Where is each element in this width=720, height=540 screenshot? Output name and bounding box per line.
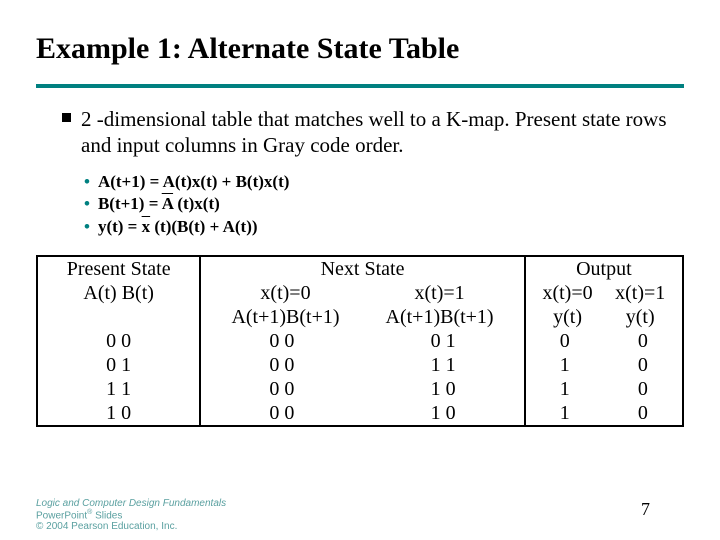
eq3-overline: x [142, 217, 151, 236]
hdr-ns-x1: x(t)=1 [363, 281, 517, 305]
footer-line2: PowerPoint® Slides [36, 509, 226, 521]
table-row: 1 1 0 0 1 0 1 0 [37, 377, 683, 401]
eq2-post: (t)x(t) [173, 194, 220, 213]
square-bullet-icon [62, 113, 71, 122]
cell-y0: 1 [525, 401, 604, 426]
cell-y1: 0 [604, 353, 683, 377]
footer-line1: Logic and Computer Design Fundamentals [36, 498, 226, 509]
cell-y1: 0 [604, 329, 683, 353]
dot-icon: • [84, 193, 90, 216]
equation-1: • A(t+1) = A(t)x(t) + B(t)x(t) [84, 171, 684, 194]
cell-ps: 0 1 [37, 353, 200, 377]
footer-l2a: PowerPoint [36, 510, 87, 521]
cell-ns1: 1 1 [363, 353, 525, 377]
table-row: 0 0 0 0 0 1 0 0 [37, 329, 683, 353]
cell-y0: 0 [525, 329, 604, 353]
dot-icon: • [84, 216, 90, 239]
cell-ps: 1 1 [37, 377, 200, 401]
hdr-present-state-sub: A(t) B(t) [83, 282, 154, 304]
equation-2: • B(t+1) = A (t)x(t) [84, 193, 684, 216]
footer-line3: © 2004 Pearson Education, Inc. [36, 521, 226, 532]
hdr-present-state: Present State A(t) B(t) [37, 256, 200, 329]
cell-ps: 0 0 [37, 329, 200, 353]
cell-ns1: 1 0 [363, 401, 525, 426]
footer-l2b: Slides [92, 510, 122, 521]
cell-ns1: 1 0 [363, 377, 525, 401]
table-header-row-1: Present State A(t) B(t) Next State x(t)=… [37, 256, 683, 329]
dot-icon: • [84, 171, 90, 194]
hdr-out-x1: x(t)=1 [604, 281, 677, 305]
hdr-next-state: Next State x(t)=0x(t)=1 A(t+1)B(t+1)A(t+… [200, 256, 524, 329]
table-row: 0 1 0 0 1 1 1 0 [37, 353, 683, 377]
hdr-out-sub1: y(t) [604, 305, 677, 329]
title-rule [36, 84, 684, 88]
cell-ps: 1 0 [37, 401, 200, 426]
footer-credits: Logic and Computer Design Fundamentals P… [36, 498, 226, 532]
eq2-text: B(t+1) = A (t)x(t) [98, 193, 220, 216]
cell-ns0: 0 0 [200, 401, 362, 426]
eq2-pre: B(t+1) = [98, 194, 162, 213]
hdr-ns-x0: x(t)=0 [208, 281, 362, 305]
state-table: Present State A(t) B(t) Next State x(t)=… [36, 255, 684, 427]
hdr-output: Output x(t)=0x(t)=1 y(t)y(t) [525, 256, 683, 329]
hdr-out-x0: x(t)=0 [531, 281, 604, 305]
eq3-pre: y(t) = [98, 217, 142, 236]
cell-y1: 0 [604, 401, 683, 426]
hdr-next-state-label: Next State [321, 258, 405, 280]
eq3-text: y(t) = x (t)(B(t) + A(t)) [98, 216, 258, 239]
lead-text: 2 -dimensional table that matches well t… [81, 106, 684, 159]
cell-ns0: 0 0 [200, 353, 362, 377]
table-row: 1 0 0 0 1 0 1 0 [37, 401, 683, 426]
eq1-text: A(t+1) = A(t)x(t) + B(t)x(t) [98, 171, 289, 194]
cell-ns0: 0 0 [200, 377, 362, 401]
cell-y0: 1 [525, 353, 604, 377]
hdr-output-label: Output [576, 258, 632, 280]
cell-y0: 1 [525, 377, 604, 401]
hdr-ns-sub1: A(t+1)B(t+1) [363, 305, 517, 329]
cell-y1: 0 [604, 377, 683, 401]
hdr-out-sub0: y(t) [531, 305, 604, 329]
equation-3: • y(t) = x (t)(B(t) + A(t)) [84, 216, 684, 239]
slide-title: Example 1: Alternate State Table [36, 32, 684, 66]
hdr-ns-sub0: A(t+1)B(t+1) [208, 305, 362, 329]
page-number: 7 [641, 499, 650, 520]
lead-bullet: 2 -dimensional table that matches well t… [62, 106, 684, 159]
eq2-overline: A [162, 194, 173, 213]
cell-ns0: 0 0 [200, 329, 362, 353]
eq3-post: (t)(B(t) + A(t)) [150, 217, 257, 236]
cell-ns1: 0 1 [363, 329, 525, 353]
hdr-present-state-label: Present State [67, 258, 171, 280]
